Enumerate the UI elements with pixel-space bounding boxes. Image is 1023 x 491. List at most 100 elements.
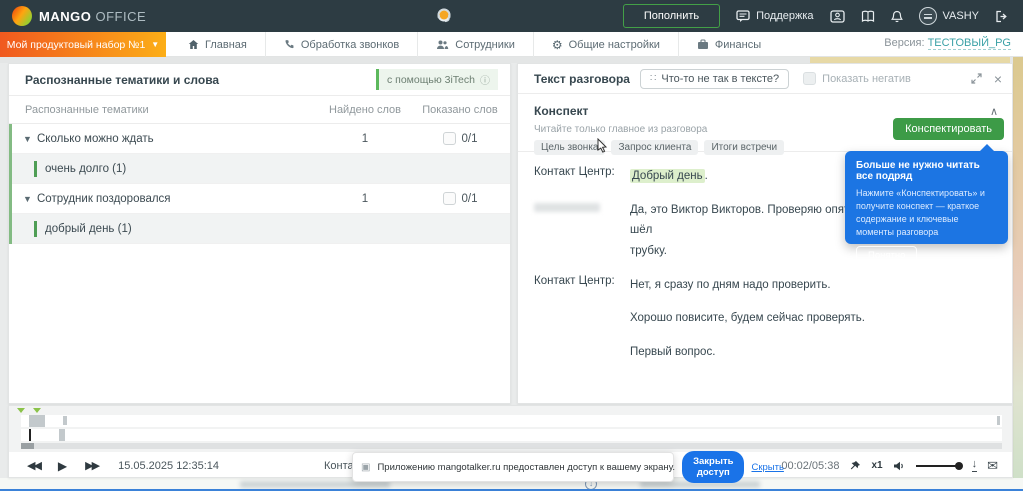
chevron-down-icon[interactable]: ▼ <box>23 194 37 204</box>
summary-title: Конспект <box>534 104 589 118</box>
phone-icon <box>284 39 295 50</box>
waveform-scrollbar[interactable] <box>21 443 1002 449</box>
highlighted-phrase: Добрый день <box>630 169 705 183</box>
topics-panel-title: Распознанные тематики и слова <box>25 72 220 87</box>
message-text: Нет, я сразу по дням надо проверить. <box>630 278 831 291</box>
show-negative-checkbox[interactable]: Показать негатив <box>803 72 911 85</box>
playhead[interactable] <box>29 429 31 441</box>
text-feedback-button[interactable]: ∷ Что-то не так в тексте? <box>639 68 790 89</box>
gear-icon: ⚙ <box>551 37 563 52</box>
topics-table-header: Распознанные тематики Найдено слов Показ… <box>9 96 510 124</box>
logo-text: MANGO OFFICE <box>39 9 146 24</box>
word-label: добрый день (1) <box>45 222 132 235</box>
fast-forward-button[interactable]: ▶▶ <box>85 459 100 472</box>
feedback-icon: ∷ <box>649 73 657 84</box>
user-menu[interactable]: VASHY <box>918 7 979 25</box>
3itech-badge: с помощью 3iTech ⓘ <box>375 69 498 90</box>
word-marker <box>34 220 37 237</box>
app-screen: MANGO OFFICE Пополнить Поддержка VASHY М… <box>0 0 1023 491</box>
address-book-icon[interactable] <box>861 10 875 23</box>
product-set-label: Мой продуктовый набор №1 <box>6 38 146 51</box>
version-info: Версия: ТЕСТОВЫЙ_PG <box>884 37 1011 50</box>
contact-card-icon[interactable] <box>829 9 845 23</box>
volume-knob[interactable] <box>954 461 963 470</box>
notification-text: Приложению mangotalker.ru предоставлен д… <box>377 461 676 473</box>
nav-item-home[interactable]: Главная <box>170 32 266 57</box>
keyword-marker[interactable] <box>17 408 25 413</box>
table-row-topic[interactable]: ▼ Сотрудник поздоровался 1 0/1 <box>12 184 510 214</box>
version-link[interactable]: ТЕСТОВЫЙ_PG <box>927 37 1011 50</box>
volume-slider[interactable] <box>915 461 963 470</box>
hide-link[interactable]: Скрыть <box>751 462 783 473</box>
summarize-button[interactable]: Конспектировать <box>893 118 1004 140</box>
info-icon[interactable]: ⓘ <box>480 72 490 87</box>
pin-icon[interactable] <box>849 460 861 472</box>
email-icon[interactable]: ✉ <box>987 458 998 474</box>
mango-office-logo[interactable]: MANGO OFFICE <box>12 6 146 26</box>
support-button[interactable]: Поддержка <box>736 9 814 23</box>
volume-icon[interactable] <box>893 460 906 472</box>
briefcase-icon <box>697 39 709 50</box>
nav-label: Главная <box>205 38 247 51</box>
column-found: Найдено слов <box>329 103 401 116</box>
show-words-checkbox[interactable] <box>442 132 456 145</box>
topic-label: Сколько можно ждать <box>37 132 154 145</box>
waveform-track-2[interactable] <box>21 429 1002 441</box>
waveform-track-1[interactable] <box>21 415 1002 427</box>
call-datetime: 15.05.2025 12:35:14 <box>118 459 220 472</box>
recognized-topics-panel: Распознанные тематики и слова с помощью … <box>8 63 511 404</box>
background-edge <box>1013 57 1023 478</box>
speaker-label: Контакт Центр: <box>534 166 615 178</box>
table-row-word[interactable]: очень долго (1) <box>12 154 510 184</box>
product-set-tab[interactable]: Мой продуктовый набор №1 ▼ <box>0 32 166 57</box>
nav-item-finances[interactable]: Финансы <box>679 32 779 57</box>
tag-client-request[interactable]: Запрос клиента <box>611 140 699 155</box>
close-icon[interactable]: × <box>994 72 1002 86</box>
chat-icon <box>736 9 750 23</box>
shown-count: 0/1 <box>461 192 478 205</box>
message-row: Первый вопрос. <box>534 342 996 363</box>
topup-button[interactable]: Пополнить <box>622 4 721 28</box>
waveform-area[interactable] <box>9 406 1012 452</box>
onboarding-tooltip: Больше не нужно читать все подряд Нажмит… <box>845 144 1008 266</box>
logo-suffix: OFFICE <box>95 8 147 24</box>
show-words-checkbox[interactable] <box>442 192 456 205</box>
logout-icon[interactable] <box>995 10 1009 23</box>
playback-speed[interactable]: x1 <box>871 460 882 471</box>
notifications-bell-icon[interactable] <box>890 10 903 23</box>
tooltip-arrow <box>980 144 994 151</box>
tag-meeting-results[interactable]: Итоги встречи <box>704 140 785 155</box>
keyword-marker[interactable] <box>33 408 41 413</box>
playback-time: 00:02/05:38 <box>781 459 840 472</box>
home-icon <box>188 39 199 50</box>
play-button[interactable]: ▶ <box>58 459 67 473</box>
nav-item-employees[interactable]: Сотрудники <box>418 32 534 57</box>
nav-item-general-settings[interactable]: ⚙ Общие настройки <box>534 32 679 57</box>
stop-sharing-button[interactable]: Закрыть доступ <box>682 451 745 483</box>
tag-call-goal[interactable]: Цель звонка <box>534 140 606 155</box>
expand-icon[interactable] <box>971 73 982 84</box>
tooltip-body: Нажмите «Конспектировать» и получите кон… <box>856 188 985 238</box>
message-tail: . <box>704 170 708 182</box>
nav-label: Общие настройки <box>568 38 660 51</box>
found-count: 1 <box>361 132 369 145</box>
scrollbar-handle[interactable] <box>21 443 34 449</box>
message-line2: трубку. <box>630 245 667 258</box>
chevron-up-icon[interactable]: ∧ <box>990 105 998 118</box>
avatar <box>918 7 937 25</box>
chevron-down-icon[interactable]: ▼ <box>23 134 37 144</box>
column-topic: Распознанные тематики <box>25 103 149 116</box>
screen-share-icon: ▣ <box>361 461 371 473</box>
table-row-topic[interactable]: ▼ Сколько можно ждать 1 0/1 <box>12 124 510 154</box>
softphone-headset-icon[interactable] <box>434 6 454 26</box>
message-text: Хорошо повисите, будем сейчас проверять. <box>630 312 865 325</box>
table-row-word[interactable]: добрый день (1) <box>12 214 510 244</box>
message-row: Контакт Центр: Нет, я сразу по дням надо… <box>534 275 996 296</box>
mango-logo-icon <box>12 6 32 26</box>
column-shown: Показано слов <box>422 103 498 116</box>
tooltip-ok-button[interactable]: Понятно <box>856 246 918 266</box>
download-icon[interactable]: ↓ <box>971 459 978 472</box>
nav-item-call-processing[interactable]: Обработка звонков <box>266 32 419 57</box>
topbar: MANGO OFFICE Пополнить Поддержка VASHY <box>0 0 1023 32</box>
rewind-button[interactable]: ◀◀ <box>27 459 42 472</box>
